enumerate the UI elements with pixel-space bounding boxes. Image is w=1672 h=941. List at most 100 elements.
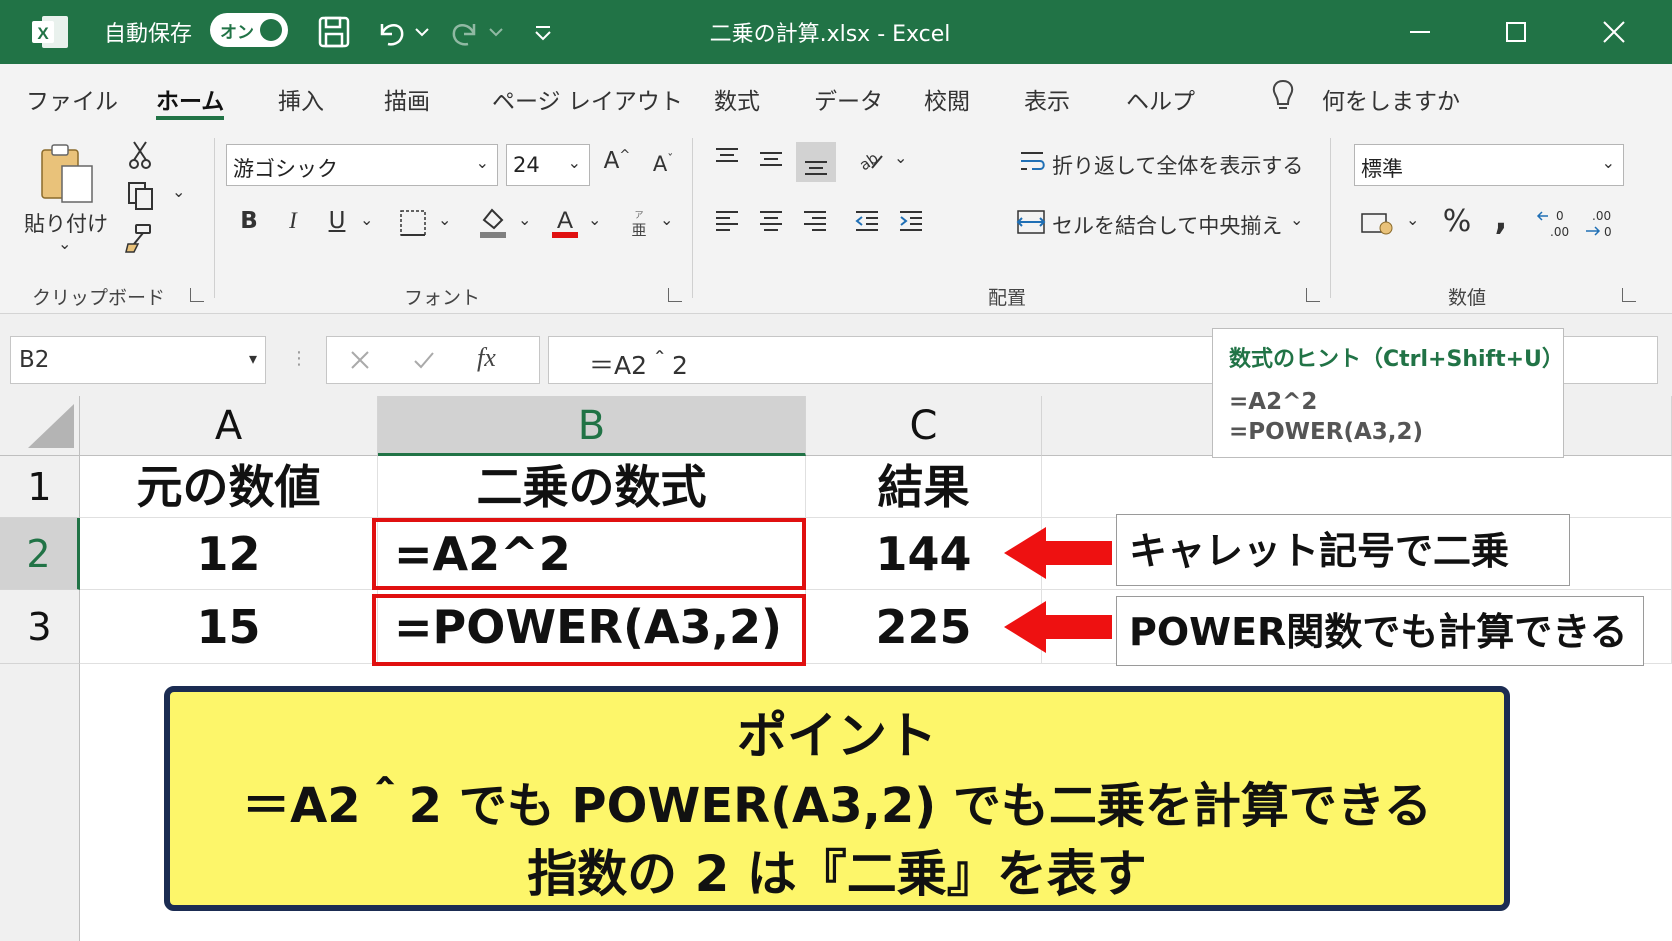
active-tab-indicator	[156, 116, 224, 120]
decrease-indent-icon[interactable]	[852, 206, 882, 240]
row-header-3[interactable]: 3	[0, 590, 80, 664]
undo-icon[interactable]	[374, 14, 410, 50]
merge-center-icon[interactable]	[1016, 208, 1046, 240]
increase-indent-icon[interactable]	[896, 206, 926, 240]
decrease-decimal-icon[interactable]: .00 0	[1582, 206, 1618, 244]
align-top-icon[interactable]	[712, 144, 742, 178]
row-header-1[interactable]: 1	[0, 456, 80, 518]
number-group-label: 数値	[1448, 287, 1487, 309]
copy-dropdown-icon[interactable]: ⌄	[172, 182, 185, 201]
tab-review[interactable]: 校閲	[924, 82, 970, 116]
format-painter-icon[interactable]	[124, 222, 154, 258]
accounting-format-icon[interactable]	[1360, 208, 1394, 242]
italic-button[interactable]: I	[276, 208, 310, 234]
excel-logo-icon: X	[30, 14, 70, 50]
alignment-launcher-icon[interactable]	[1306, 288, 1320, 302]
close-icon[interactable]	[1594, 12, 1634, 52]
increase-font-size-icon[interactable]: A^	[600, 148, 634, 174]
number-format-value: 標準	[1361, 157, 1403, 181]
enter-icon[interactable]	[411, 347, 437, 377]
orientation-icon[interactable]: ab	[852, 142, 886, 180]
merge-center-button[interactable]: セルを結合して中央揃え	[1052, 210, 1282, 240]
svg-text:A: A	[557, 207, 573, 234]
tell-me-search[interactable]: 何をしますか	[1322, 82, 1460, 116]
increase-decimal-icon[interactable]: 0.00	[1536, 206, 1572, 244]
column-header-b[interactable]: B	[378, 396, 806, 456]
cut-icon[interactable]	[126, 138, 156, 174]
tab-insert[interactable]: 挿入	[278, 82, 324, 116]
font-color-dropdown-icon[interactable]: ⌄	[588, 210, 601, 229]
cell-a2[interactable]: 12	[80, 518, 378, 590]
copy-icon[interactable]	[126, 180, 156, 216]
select-all-corner[interactable]	[0, 396, 80, 456]
accounting-dropdown-icon[interactable]: ⌄	[1406, 210, 1419, 229]
undo-dropdown-icon[interactable]	[412, 14, 432, 50]
font-size-dropdown[interactable]: 24 ⌄	[506, 144, 590, 186]
cell-a1[interactable]: 元の数値	[80, 456, 378, 518]
column-header-a[interactable]: A	[80, 396, 378, 456]
align-bottom-icon[interactable]	[796, 142, 836, 182]
svg-text:.00: .00	[1550, 225, 1569, 239]
customize-quick-access-icon[interactable]	[530, 14, 556, 50]
align-middle-icon[interactable]	[756, 144, 786, 178]
wrap-text-icon[interactable]	[1018, 148, 1046, 180]
font-launcher-icon[interactable]	[668, 288, 682, 302]
tab-help[interactable]: ヘルプ	[1126, 82, 1195, 116]
orientation-dropdown-icon[interactable]: ⌄	[894, 148, 907, 167]
redo-dropdown-icon[interactable]	[486, 14, 506, 50]
cell-c1[interactable]: 結果	[806, 456, 1042, 518]
tab-file[interactable]: ファイル	[26, 82, 118, 116]
font-color-icon[interactable]: A	[548, 204, 582, 244]
maximize-icon[interactable]	[1496, 12, 1536, 52]
tab-view[interactable]: 表示	[1024, 82, 1070, 116]
autosave-toggle[interactable]: オン	[210, 13, 288, 47]
insert-function-icon[interactable]: fx	[477, 343, 496, 373]
wrap-text-button[interactable]: 折り返して全体を表示する	[1052, 150, 1303, 180]
phonetic-dropdown-icon[interactable]: ⌄	[660, 210, 673, 229]
svg-text:.00: .00	[1592, 209, 1611, 223]
name-box-value: B2	[19, 347, 50, 373]
tab-draw[interactable]: 描画	[384, 82, 430, 116]
decrease-font-size-icon[interactable]: Aˇ	[646, 152, 680, 176]
fill-color-dropdown-icon[interactable]: ⌄	[518, 210, 531, 229]
clipboard-launcher-icon[interactable]	[190, 288, 204, 302]
formula-bar-splitter[interactable]: ⋮	[290, 348, 308, 369]
paste-dropdown-icon[interactable]: ⌄	[58, 234, 71, 253]
tab-data[interactable]: データ	[814, 82, 883, 116]
number-launcher-icon[interactable]	[1622, 288, 1636, 302]
cell-b1[interactable]: 二乗の数式	[378, 456, 806, 518]
tab-page-layout[interactable]: ページ レイアウト	[492, 82, 683, 116]
minimize-icon[interactable]	[1400, 12, 1440, 52]
merge-dropdown-icon[interactable]: ⌄	[1290, 210, 1303, 229]
font-name-dropdown[interactable]: 游ゴシック ⌄	[226, 144, 498, 186]
percent-style-button[interactable]: %	[1440, 204, 1474, 239]
borders-icon[interactable]	[398, 208, 428, 242]
bold-button[interactable]: B	[232, 208, 266, 234]
cell-a3[interactable]: 15	[80, 590, 378, 664]
comma-style-button[interactable]: ,	[1484, 198, 1518, 238]
align-center-icon[interactable]	[756, 206, 786, 240]
paste-icon[interactable]	[38, 142, 98, 210]
highlight-box-b2	[372, 518, 806, 590]
svg-text:0: 0	[1556, 209, 1564, 223]
name-box[interactable]: B2 ▾	[10, 336, 266, 384]
redo-icon[interactable]	[446, 14, 482, 50]
number-format-dropdown[interactable]: 標準 ⌄	[1354, 144, 1624, 186]
fill-color-icon[interactable]	[476, 204, 510, 244]
callout-caret: キャレット記号で二乗	[1116, 514, 1570, 586]
align-right-icon[interactable]	[800, 206, 830, 240]
cell-d1[interactable]	[1042, 456, 1672, 518]
column-header-c[interactable]: C	[806, 396, 1042, 456]
phonetic-guide-icon[interactable]: ア亜	[624, 208, 654, 242]
cancel-icon[interactable]	[347, 347, 373, 377]
borders-dropdown-icon[interactable]: ⌄	[438, 210, 451, 229]
tab-home[interactable]: ホーム	[156, 82, 224, 116]
underline-button[interactable]: U	[320, 208, 354, 234]
tab-formulas[interactable]: 数式	[714, 82, 760, 116]
chevron-down-icon: ⌄	[475, 153, 489, 172]
save-icon[interactable]	[316, 14, 352, 50]
underline-dropdown-icon[interactable]: ⌄	[360, 210, 373, 229]
lightbulb-icon[interactable]	[1268, 78, 1298, 118]
align-left-icon[interactable]	[712, 206, 742, 240]
row-header-2[interactable]: 2	[0, 518, 80, 590]
